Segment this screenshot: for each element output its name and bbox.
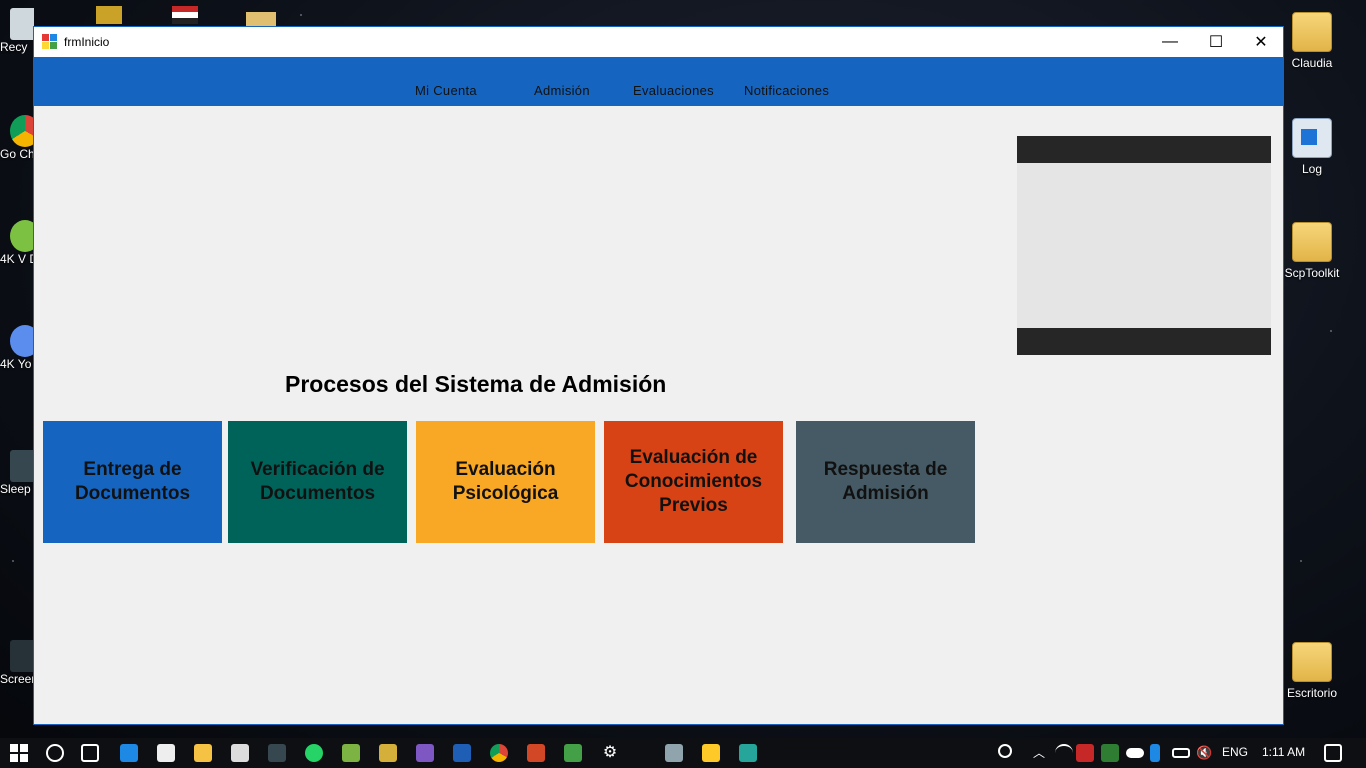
desktop-icon-flag[interactable] [172,6,198,24]
folder-icon [1292,222,1332,262]
tile-evaluacion-conocimientos[interactable]: Evaluación de Conocimientos Previos [604,421,783,543]
tile-respuesta-admision[interactable]: Respuesta de Admisión [796,421,975,543]
tile-label: Evaluación de Conocimientos Previos [624,447,763,516]
tile-label: Evaluación Psicológica [452,459,559,504]
store-icon[interactable] [157,744,175,762]
side-panel [1017,136,1271,355]
desktop-icon-escritorio[interactable]: Escritorio [1274,642,1350,700]
desktop-icon-archive[interactable] [96,6,122,24]
frminicio-taskbar-icon[interactable] [702,744,720,762]
whatsapp-icon[interactable] [305,744,323,762]
side-panel-header [1017,136,1271,163]
notifications-icon[interactable] [1324,744,1342,762]
document-icon [1292,118,1332,158]
desktop-icon-folder[interactable] [246,12,276,26]
mail-icon[interactable] [231,744,249,762]
sleep-icon [10,450,34,482]
menu-bar: Mi Cuenta Admisión Evaluaciones Notifica… [34,57,1283,106]
desktop-icon-recycle-bin[interactable]: Recy [0,8,34,54]
maximize-button[interactable]: ☐ [1193,27,1239,57]
tile-evaluacion-psicologica[interactable]: Evaluación Psicológica [416,421,595,543]
tile-entrega-documentos[interactable]: Entrega de Documentos [43,421,222,543]
wifi-icon[interactable] [1055,744,1073,762]
tile-label: Verificación de Documentos [250,459,385,504]
task-view-icon[interactable] [81,744,99,762]
visual-studio-icon[interactable] [416,744,434,762]
title-bar[interactable]: frmInicio — ☐ ✕ [34,27,1283,57]
chrome-icon[interactable] [490,744,508,762]
shield-icon[interactable] [1101,744,1119,762]
tile-verificacion-documentos[interactable]: Verificación de Documentos [228,421,407,543]
cloud-icon [10,325,34,357]
wallpaper-star [1330,330,1332,332]
maximize-icon: ☐ [1208,34,1224,51]
desktop-icon-chrome[interactable]: Go Chr [0,115,34,161]
terminal-icon[interactable] [268,744,286,762]
bluetooth-icon[interactable] [1150,744,1160,762]
windows-icon [10,744,28,762]
battery-icon[interactable] [1172,748,1190,758]
download-icon [10,220,34,252]
people-icon[interactable] [998,744,1012,758]
language-indicator[interactable]: ENG [1222,745,1248,759]
chrome-icon [10,115,34,147]
screen-icon [10,640,34,672]
menu-item-notificaciones[interactable]: Notificaciones [744,83,829,98]
wallpaper-star [12,560,14,562]
minimize-icon: — [1162,33,1178,50]
app-taskbar-icon[interactable] [739,744,757,762]
tools-icon[interactable] [379,744,397,762]
menu-item-admision[interactable]: Admisión [534,83,590,98]
android-icon[interactable] [342,744,360,762]
window-title: frmInicio [64,35,110,49]
chevron-up-icon[interactable]: ︿ [1030,744,1048,762]
app-window: frmInicio — ☐ ✕ Mi Cuenta Admisión Evalu… [33,26,1284,725]
remote-desktop-icon[interactable] [665,744,683,762]
recycle-bin-icon [10,8,34,40]
clock[interactable]: 1:11 AM [1262,745,1305,759]
mcafee-icon[interactable] [1076,744,1094,762]
volume-muted-icon[interactable]: 🔇 [1196,744,1214,762]
edge-icon[interactable] [120,744,138,762]
start-button[interactable] [10,744,28,762]
minimize-button[interactable]: — [1147,27,1193,57]
wallpaper-star [1300,560,1302,562]
menu-item-evaluaciones[interactable]: Evaluaciones [633,83,714,98]
file-explorer-icon[interactable] [194,744,212,762]
close-icon: ✕ [1254,34,1268,51]
desktop-icon-log[interactable]: Log [1274,118,1350,176]
settings-icon[interactable]: ⚙ [601,744,619,762]
powerpoint-icon[interactable] [527,744,545,762]
menu-item-mi-cuenta[interactable]: Mi Cuenta [415,83,477,98]
close-button[interactable]: ✕ [1238,27,1284,57]
side-panel-footer [1017,328,1271,355]
desktop-icon-scptoolkit[interactable]: ScpToolkit [1274,222,1350,280]
desktop-icon-claudia[interactable]: Claudia [1274,12,1350,70]
wallpaper-star [300,14,302,16]
desktop-icon-4k-video-downloader[interactable]: 4K V Down [0,220,34,266]
desktop-icon-4k-youtube[interactable]: 4K Yo to [0,325,34,371]
app-icon [42,34,58,50]
main-content: Procesos del Sistema de Admisión Entrega… [34,106,1283,724]
word-icon[interactable] [453,744,471,762]
section-title: Procesos del Sistema de Admisión [285,371,667,397]
desktop-icon-screen[interactable]: Screen [0,640,34,686]
folder-icon [1292,12,1332,52]
tile-label: Entrega de Documentos [74,459,191,504]
folder-icon [1292,642,1332,682]
onedrive-icon[interactable] [1126,748,1144,758]
tile-label: Respuesta de Admisión [823,459,948,504]
desktop-icon-sleep[interactable]: Sleep [0,450,34,496]
taskbar: ⚙ ︿ 🔇 ENG 1:11 AM [0,738,1366,768]
android-device-icon[interactable] [564,744,582,762]
search-icon[interactable] [46,744,64,762]
